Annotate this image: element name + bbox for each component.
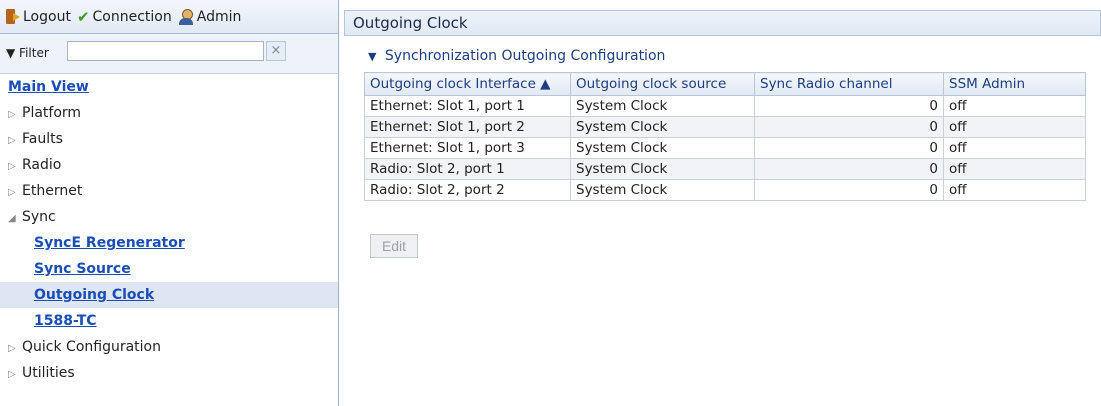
- tree-item-sync-source[interactable]: Sync Source: [0, 256, 338, 282]
- column-header-interface[interactable]: Outgoing clock Interface ▲: [364, 72, 571, 96]
- tree-item-label[interactable]: Sync: [22, 209, 56, 225]
- cell-radio-channel: 0: [754, 158, 944, 180]
- collapsed-icon[interactable]: ▷: [8, 102, 22, 128]
- logout-label: Logout: [23, 8, 71, 25]
- tree-item-sync[interactable]: ◢ Sync: [0, 204, 338, 230]
- tree-item-platform[interactable]: ▷ Platform: [0, 100, 338, 126]
- cell-radio-channel: 0: [754, 137, 944, 159]
- collapsed-icon[interactable]: ▷: [8, 154, 22, 180]
- collapsed-icon[interactable]: ▷: [8, 362, 22, 388]
- tree-item-label[interactable]: Sync Source: [34, 261, 131, 277]
- logout-icon: [6, 9, 20, 24]
- tree-item-label[interactable]: Main View: [8, 79, 89, 95]
- cell-interface: Ethernet: Slot 1, port 3: [364, 137, 571, 159]
- collapsed-icon[interactable]: ▷: [8, 336, 22, 362]
- table-row[interactable]: Radio: Slot 2, port 1 System Clock 0 off: [364, 158, 1086, 180]
- tree-item-ethernet[interactable]: ▷ Ethernet: [0, 178, 338, 204]
- column-header-source[interactable]: Outgoing clock source: [570, 72, 755, 96]
- table-row[interactable]: Radio: Slot 2, port 2 System Clock 0 off: [364, 179, 1086, 201]
- tree-item-label[interactable]: Quick Configuration: [22, 339, 161, 355]
- tree-item-synce-regenerator[interactable]: SyncE Regenerator: [0, 230, 338, 256]
- cell-source: System Clock: [570, 116, 755, 138]
- cell-ssm-admin: off: [943, 95, 1086, 117]
- expanded-icon[interactable]: ◢: [8, 206, 22, 232]
- collapse-icon[interactable]: ▼: [368, 50, 376, 63]
- cell-radio-channel: 0: [754, 95, 944, 117]
- tree-item-label[interactable]: SyncE Regenerator: [34, 235, 185, 251]
- table-row[interactable]: Ethernet: Slot 1, port 2 System Clock 0 off: [364, 116, 1086, 138]
- tree-item-quick-configuration[interactable]: ▷ Quick Configuration: [0, 334, 338, 360]
- section-title: Synchronization Outgoing Configuration: [384, 48, 666, 64]
- tree-item-1588-tc[interactable]: 1588-TC: [0, 308, 338, 334]
- cell-interface: Ethernet: Slot 1, port 2: [364, 116, 571, 138]
- top-toolbar: Logout ✔ Connection Admin: [0, 0, 338, 34]
- admin-button[interactable]: Admin: [178, 8, 242, 25]
- tree-item-radio[interactable]: ▷ Radio: [0, 152, 338, 178]
- tree-item-label[interactable]: Utilities: [22, 365, 75, 381]
- navigation-panel: Logout ✔ Connection Admin ▼ Filter × Mai…: [0, 0, 339, 406]
- check-icon: ✔: [76, 7, 90, 26]
- admin-label: Admin: [196, 8, 242, 25]
- filter-toggle[interactable]: ▼ Filter: [6, 46, 49, 60]
- filter-bar: ▼ Filter ×: [0, 34, 338, 74]
- connection-button[interactable]: ✔ Connection: [77, 8, 172, 26]
- filter-input[interactable]: [67, 41, 264, 61]
- tree-item-outgoing-clock[interactable]: Outgoing Clock: [0, 282, 338, 308]
- cell-interface: Radio: Slot 2, port 1: [364, 158, 571, 180]
- tree-item-main-view[interactable]: Main View: [0, 74, 338, 100]
- cell-source: System Clock: [570, 95, 755, 117]
- collapsed-icon[interactable]: ▷: [8, 180, 22, 206]
- logout-button[interactable]: Logout: [6, 9, 71, 25]
- table-row[interactable]: Ethernet: Slot 1, port 3 System Clock 0 off: [364, 137, 1086, 159]
- cell-radio-channel: 0: [754, 116, 944, 138]
- table-header-row: Outgoing clock Interface ▲ Outgoing cloc…: [364, 72, 1086, 96]
- cell-ssm-admin: off: [943, 116, 1086, 138]
- cell-ssm-admin: off: [943, 158, 1086, 180]
- section-header[interactable]: ▼ Synchronization Outgoing Configuration: [368, 48, 665, 64]
- admin-icon: [178, 8, 194, 25]
- tree-item-faults[interactable]: ▷ Faults: [0, 126, 338, 152]
- sync-outgoing-table: Outgoing clock Interface ▲ Outgoing cloc…: [364, 72, 1086, 201]
- cell-radio-channel: 0: [754, 179, 944, 201]
- tree-item-label[interactable]: Ethernet: [22, 183, 82, 199]
- tree-item-label[interactable]: Faults: [22, 131, 63, 147]
- tree-item-utilities[interactable]: ▷ Utilities: [0, 360, 338, 386]
- cell-ssm-admin: off: [943, 179, 1086, 201]
- tree-item-label[interactable]: Outgoing Clock: [34, 287, 154, 303]
- tree-item-label[interactable]: Radio: [22, 157, 61, 173]
- cell-source: System Clock: [570, 137, 755, 159]
- collapsed-icon[interactable]: ▷: [8, 128, 22, 154]
- edit-button[interactable]: Edit: [370, 234, 418, 258]
- cell-source: System Clock: [570, 179, 755, 201]
- table-row[interactable]: Ethernet: Slot 1, port 1 System Clock 0 off: [364, 95, 1086, 117]
- cell-interface: Ethernet: Slot 1, port 1: [364, 95, 571, 117]
- content-panel: Outgoing Clock ▼ Synchronization Outgoin…: [344, 0, 1101, 406]
- column-header-ssm-admin[interactable]: SSM Admin: [943, 72, 1086, 96]
- cell-ssm-admin: off: [943, 137, 1086, 159]
- column-header-radio-channel[interactable]: Sync Radio channel: [754, 72, 944, 96]
- tree-item-label[interactable]: 1588-TC: [34, 313, 97, 329]
- tree-item-label[interactable]: Platform: [22, 105, 81, 121]
- page-title: Outgoing Clock: [344, 10, 1101, 36]
- clear-filter-icon[interactable]: ×: [266, 41, 286, 61]
- connection-label: Connection: [92, 8, 172, 25]
- cell-source: System Clock: [570, 158, 755, 180]
- cell-interface: Radio: Slot 2, port 2: [364, 179, 571, 201]
